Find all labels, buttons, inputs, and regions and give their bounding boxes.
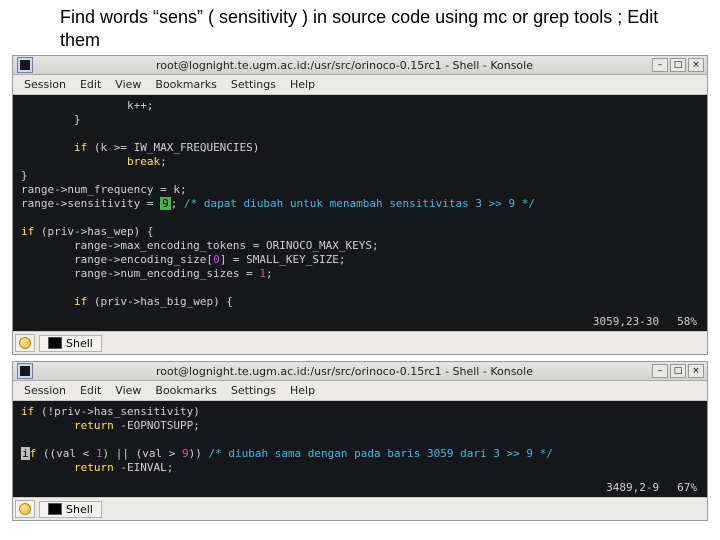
code-line: range->num_frequency = k; (21, 183, 187, 196)
code-line: return -EINVAL; (21, 461, 173, 474)
terminal-viewport[interactable]: k++; } if (k >= IW_MAX_FREQUENCIES) brea… (13, 95, 707, 313)
vim-status: 3489,2-9 67% (13, 479, 707, 497)
window-title: root@lognight.te.ugm.ac.id:/usr/src/orin… (37, 365, 652, 378)
new-tab-button[interactable] (15, 334, 35, 352)
tab-strip: Shell (13, 497, 707, 520)
minimize-button[interactable]: – (652, 364, 668, 378)
maximize-button[interactable]: □ (670, 364, 686, 378)
code-line: range->num_encoding_sizes = 1; (21, 267, 273, 280)
titlebar[interactable]: root@lognight.te.ugm.ac.id:/usr/src/orin… (13, 56, 707, 75)
menubar: Session Edit View Bookmarks Settings Hel… (13, 381, 707, 401)
menu-help[interactable]: Help (285, 383, 320, 398)
menu-help[interactable]: Help (285, 77, 320, 92)
minimize-button[interactable]: – (652, 58, 668, 72)
tab-label: Shell (66, 503, 93, 516)
code-line: return -EOPNOTSUPP; (21, 419, 200, 432)
code-line: range->sensitivity = 9; /* dapat diubah … (21, 197, 535, 210)
cursor: 9 (160, 197, 171, 210)
terminal-icon (48, 337, 62, 349)
code-line: k++; (21, 99, 153, 112)
menu-settings[interactable]: Settings (226, 77, 281, 92)
menu-session[interactable]: Session (19, 383, 71, 398)
scroll-percent: 67% (677, 481, 697, 494)
code-line: } (21, 113, 81, 126)
code-line: if (priv->has_wep) { (21, 225, 153, 238)
tab-strip: Shell (13, 331, 707, 354)
menu-edit[interactable]: Edit (75, 77, 106, 92)
menu-view[interactable]: View (110, 383, 146, 398)
code-line: } (21, 169, 28, 182)
terminal-icon (48, 503, 62, 515)
maximize-button[interactable]: □ (670, 58, 686, 72)
vim-status: 3059,23-30 58% (13, 313, 707, 331)
menu-bookmarks[interactable]: Bookmarks (150, 383, 221, 398)
cursor-position: 3059,23-30 (593, 315, 659, 328)
code-line: range->max_encoding_tokens = ORINOCO_MAX… (21, 239, 379, 252)
menu-edit[interactable]: Edit (75, 383, 106, 398)
menubar: Session Edit View Bookmarks Settings Hel… (13, 75, 707, 95)
code-line: if ((val < 1) || (val > 9)) /* diubah sa… (21, 447, 553, 460)
close-button[interactable]: × (688, 58, 704, 72)
code-line: if (priv->has_big_wep) { (21, 295, 233, 308)
slide-title: Find words “sens” ( sensitivity ) in sou… (0, 0, 720, 55)
terminal-viewport[interactable]: if (!priv->has_sensitivity) return -EOPN… (13, 401, 707, 479)
cursor: i (21, 447, 30, 460)
konsole-window-bottom: root@lognight.te.ugm.ac.id:/usr/src/orin… (12, 361, 708, 521)
menu-view[interactable]: View (110, 77, 146, 92)
app-icon (17, 57, 33, 73)
smiley-icon (19, 503, 31, 515)
tab-shell[interactable]: Shell (39, 335, 102, 352)
code-line: range->encoding_size[0] = SMALL_KEY_SIZE… (21, 253, 346, 266)
code-line: break; (21, 155, 167, 168)
tab-shell[interactable]: Shell (39, 501, 102, 518)
cursor-position: 3489,2-9 (606, 481, 659, 494)
code-line: if (!priv->has_sensitivity) (21, 405, 200, 418)
window-title: root@lognight.te.ugm.ac.id:/usr/src/orin… (37, 59, 652, 72)
menu-settings[interactable]: Settings (226, 383, 281, 398)
close-button[interactable]: × (688, 364, 704, 378)
code-line: if (k >= IW_MAX_FREQUENCIES) (21, 141, 259, 154)
menu-bookmarks[interactable]: Bookmarks (150, 77, 221, 92)
menu-session[interactable]: Session (19, 77, 71, 92)
tab-label: Shell (66, 337, 93, 350)
smiley-icon (19, 337, 31, 349)
app-icon (17, 363, 33, 379)
new-tab-button[interactable] (15, 500, 35, 518)
konsole-window-top: root@lognight.te.ugm.ac.id:/usr/src/orin… (12, 55, 708, 355)
titlebar[interactable]: root@lognight.te.ugm.ac.id:/usr/src/orin… (13, 362, 707, 381)
scroll-percent: 58% (677, 315, 697, 328)
